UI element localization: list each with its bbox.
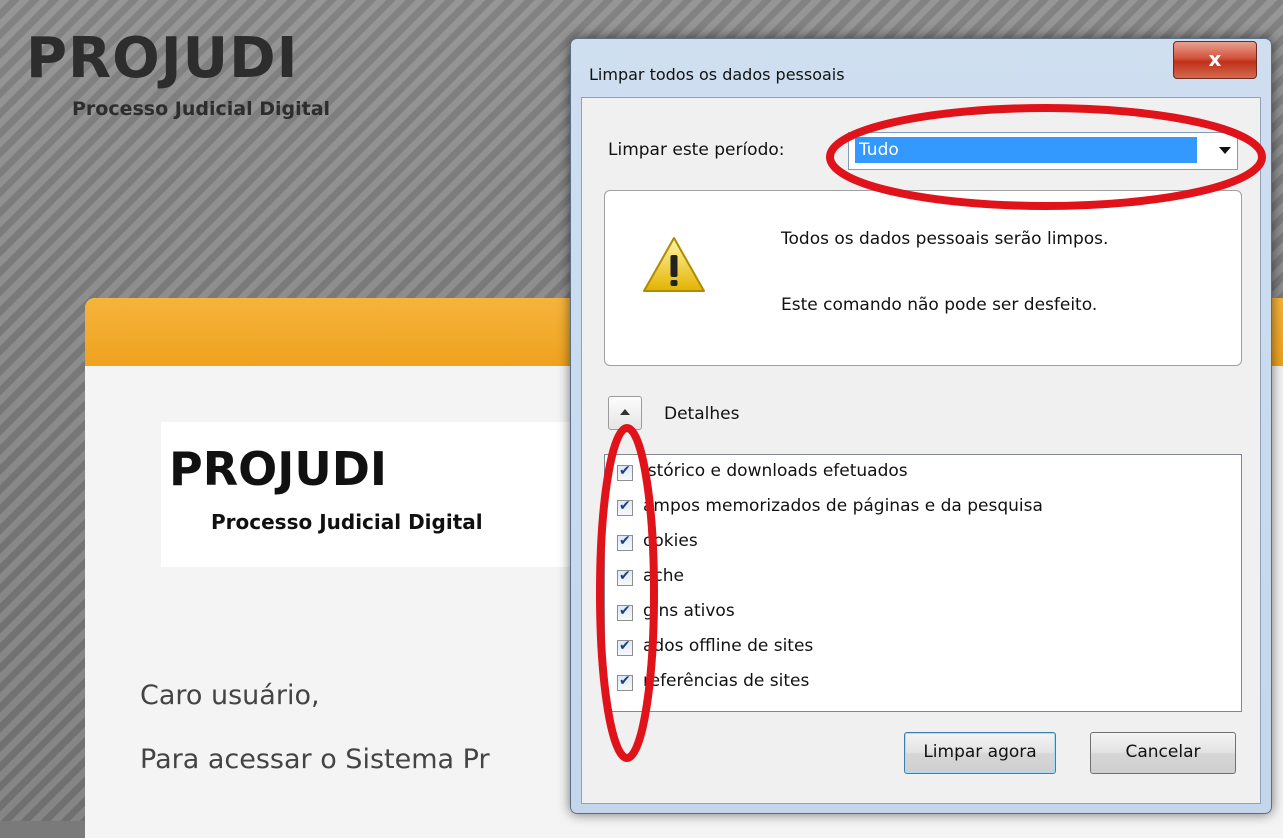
close-icon: x xyxy=(1208,47,1222,71)
access-text: Para acessar o Sistema Pr xyxy=(140,744,490,775)
data-types-list: istórico e downloads efetuados ampos mem… xyxy=(604,454,1242,712)
checkbox[interactable] xyxy=(617,673,633,691)
checkbox[interactable] xyxy=(617,568,633,586)
site-logo-subtitle: Processo Judicial Digital xyxy=(72,98,331,120)
checkbox[interactable] xyxy=(617,603,633,621)
item-label: ados offline de sites xyxy=(643,636,814,656)
cancel-button[interactable]: Cancelar xyxy=(1090,732,1236,774)
logo-box: PROJUDI Processo Judicial Digital xyxy=(161,422,581,567)
warning-icon xyxy=(643,237,705,292)
warning-box: Todos os dados pessoais serão limpos. Es… xyxy=(604,190,1242,366)
details-expand-button[interactable] xyxy=(608,396,642,430)
checkbox[interactable] xyxy=(617,498,633,516)
checkbox[interactable] xyxy=(617,463,633,481)
clear-now-button[interactable]: Limpar agora xyxy=(904,732,1056,774)
checkbox[interactable] xyxy=(617,533,633,551)
item-label: ampos memorizados de páginas e da pesqui… xyxy=(643,496,1043,516)
item-label: ache xyxy=(643,566,684,586)
item-label: istórico e downloads efetuados xyxy=(643,461,908,481)
details-label[interactable]: Detalhes xyxy=(664,404,739,424)
clear-data-dialog: Limpar todos os dados pessoais x Limpar … xyxy=(570,38,1272,814)
dialog-title: Limpar todos os dados pessoais xyxy=(589,65,845,84)
item-label: referências de sites xyxy=(643,671,810,691)
checkbox[interactable] xyxy=(617,638,633,656)
period-label: Limpar este período: xyxy=(608,140,785,160)
logo-subtitle: Processo Judicial Digital xyxy=(211,510,483,534)
logo-title: PROJUDI xyxy=(169,442,388,496)
site-logo-title: PROJUDI xyxy=(26,26,299,91)
close-button[interactable]: x xyxy=(1173,41,1257,79)
item-label: gins ativos xyxy=(643,601,735,621)
period-value: Tudo xyxy=(855,137,1197,163)
greeting-text: Caro usuário, xyxy=(140,680,320,711)
warning-undo-message: Este comando não pode ser desfeito. xyxy=(781,295,1098,315)
dialog-body: Limpar este período: Tudo Todos os dados… xyxy=(581,97,1261,804)
period-select[interactable]: Tudo xyxy=(848,132,1238,170)
item-label: ookies xyxy=(643,531,698,551)
warning-message: Todos os dados pessoais serão limpos. xyxy=(781,229,1109,249)
dropdown-arrow-icon xyxy=(1219,147,1231,154)
